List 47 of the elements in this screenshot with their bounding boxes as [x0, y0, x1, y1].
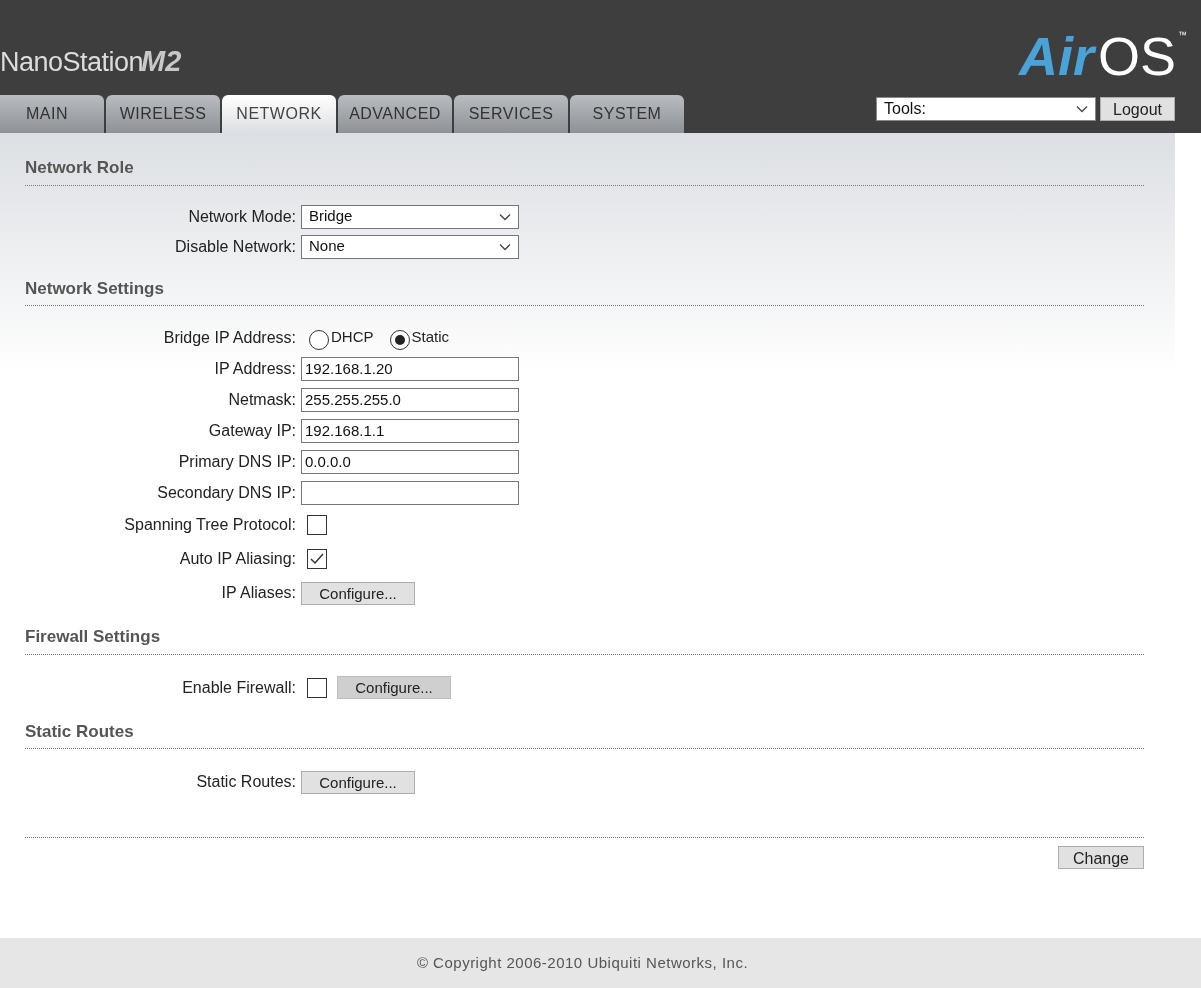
checkmark-icon — [310, 553, 324, 565]
field-label: Enable Firewall: — [182, 678, 296, 696]
input-field[interactable]: 0.0.0.0 — [301, 449, 519, 474]
change-button[interactable]: Change — [1058, 846, 1144, 869]
nav-tab[interactable]: MAIN — [0, 95, 104, 133]
input-field[interactable]: 192.168.1.1 — [301, 418, 519, 443]
field-label: IP Aliases: — [221, 584, 296, 601]
logo-text: OS — [1097, 29, 1176, 83]
field-label: Spanning Tree Protocol: — [124, 516, 296, 533]
field-label: IP Address: — [214, 359, 296, 377]
section-heading: Static Routes — [25, 721, 134, 741]
nav-tab[interactable]: NETWORK — [222, 95, 336, 133]
chevron-down-icon — [1076, 105, 1089, 113]
tools-dropdown[interactable]: Tools: — [876, 97, 1097, 121]
checkbox[interactable] — [307, 515, 327, 535]
configure-button[interactable]: Configure... — [301, 770, 415, 794]
section-heading: Network Role — [25, 158, 134, 177]
field-label: Gateway IP: — [208, 421, 296, 439]
field-label: Primary DNS IP: — [178, 452, 296, 470]
field-label: Netmask: — [228, 390, 296, 408]
nav-tab[interactable]: SERVICES — [454, 95, 568, 133]
chevron-down-icon — [499, 212, 511, 221]
input-field[interactable]: 192.168.1.20 — [301, 356, 519, 381]
input-field[interactable] — [301, 480, 519, 505]
field-label: Network Mode: — [188, 207, 296, 225]
model-name: M2 — [141, 43, 182, 79]
dropdown-select[interactable]: Bridge — [301, 204, 519, 229]
section-heading: Network Settings — [25, 278, 164, 298]
dropdown-select[interactable]: None — [301, 234, 519, 259]
radio-option[interactable]: DHCP — [309, 325, 374, 350]
checkbox[interactable] — [307, 549, 327, 569]
field-label: Bridge IP Address: — [163, 328, 296, 346]
nav-tab[interactable]: SYSTEM — [570, 95, 684, 133]
copyright-text: © Copyright 2006-2010 Ubiquiti Networks, Inc. — [416, 952, 749, 973]
input-field[interactable]: 255.255.255.0 — [301, 387, 519, 412]
field-label: Secondary DNS IP: — [157, 483, 296, 501]
logout-button[interactable]: Logout — [1100, 97, 1175, 121]
radio-option[interactable]: Static — [389, 325, 450, 350]
nav-tab[interactable]: WIRELESS — [106, 95, 220, 133]
field-label: Disable Network: — [175, 237, 296, 255]
nav-tab[interactable]: ADVANCED — [338, 95, 452, 133]
section-heading: Firewall Settings — [25, 627, 161, 646]
field-label: Static Routes: — [196, 773, 296, 790]
trademark-symbol: ™ — [1178, 29, 1187, 42]
field-label: Auto IP Aliasing: — [179, 550, 296, 567]
configure-button[interactable]: Configure... — [301, 581, 415, 605]
chevron-down-icon — [499, 242, 511, 251]
